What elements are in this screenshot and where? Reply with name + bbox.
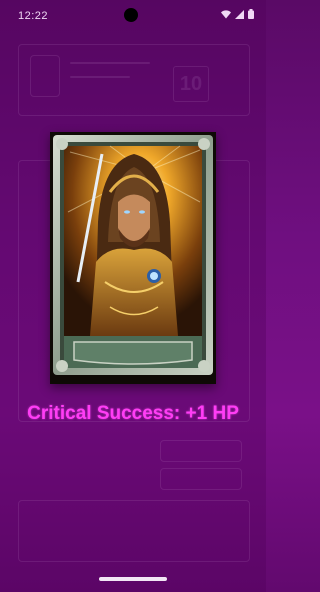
status-time: 12:22 <box>18 10 49 22</box>
battery-icon <box>248 9 254 19</box>
result-message: Critical Success: +1 HP <box>27 403 239 424</box>
card-art <box>53 135 213 383</box>
status-icons <box>221 9 254 19</box>
wifi-icon <box>221 9 231 18</box>
hero-card[interactable] <box>50 132 216 384</box>
camera-cutout <box>124 8 138 22</box>
home-indicator[interactable] <box>99 577 167 581</box>
signal-icon <box>235 9 244 19</box>
status-bar: 12:22 <box>0 0 266 30</box>
